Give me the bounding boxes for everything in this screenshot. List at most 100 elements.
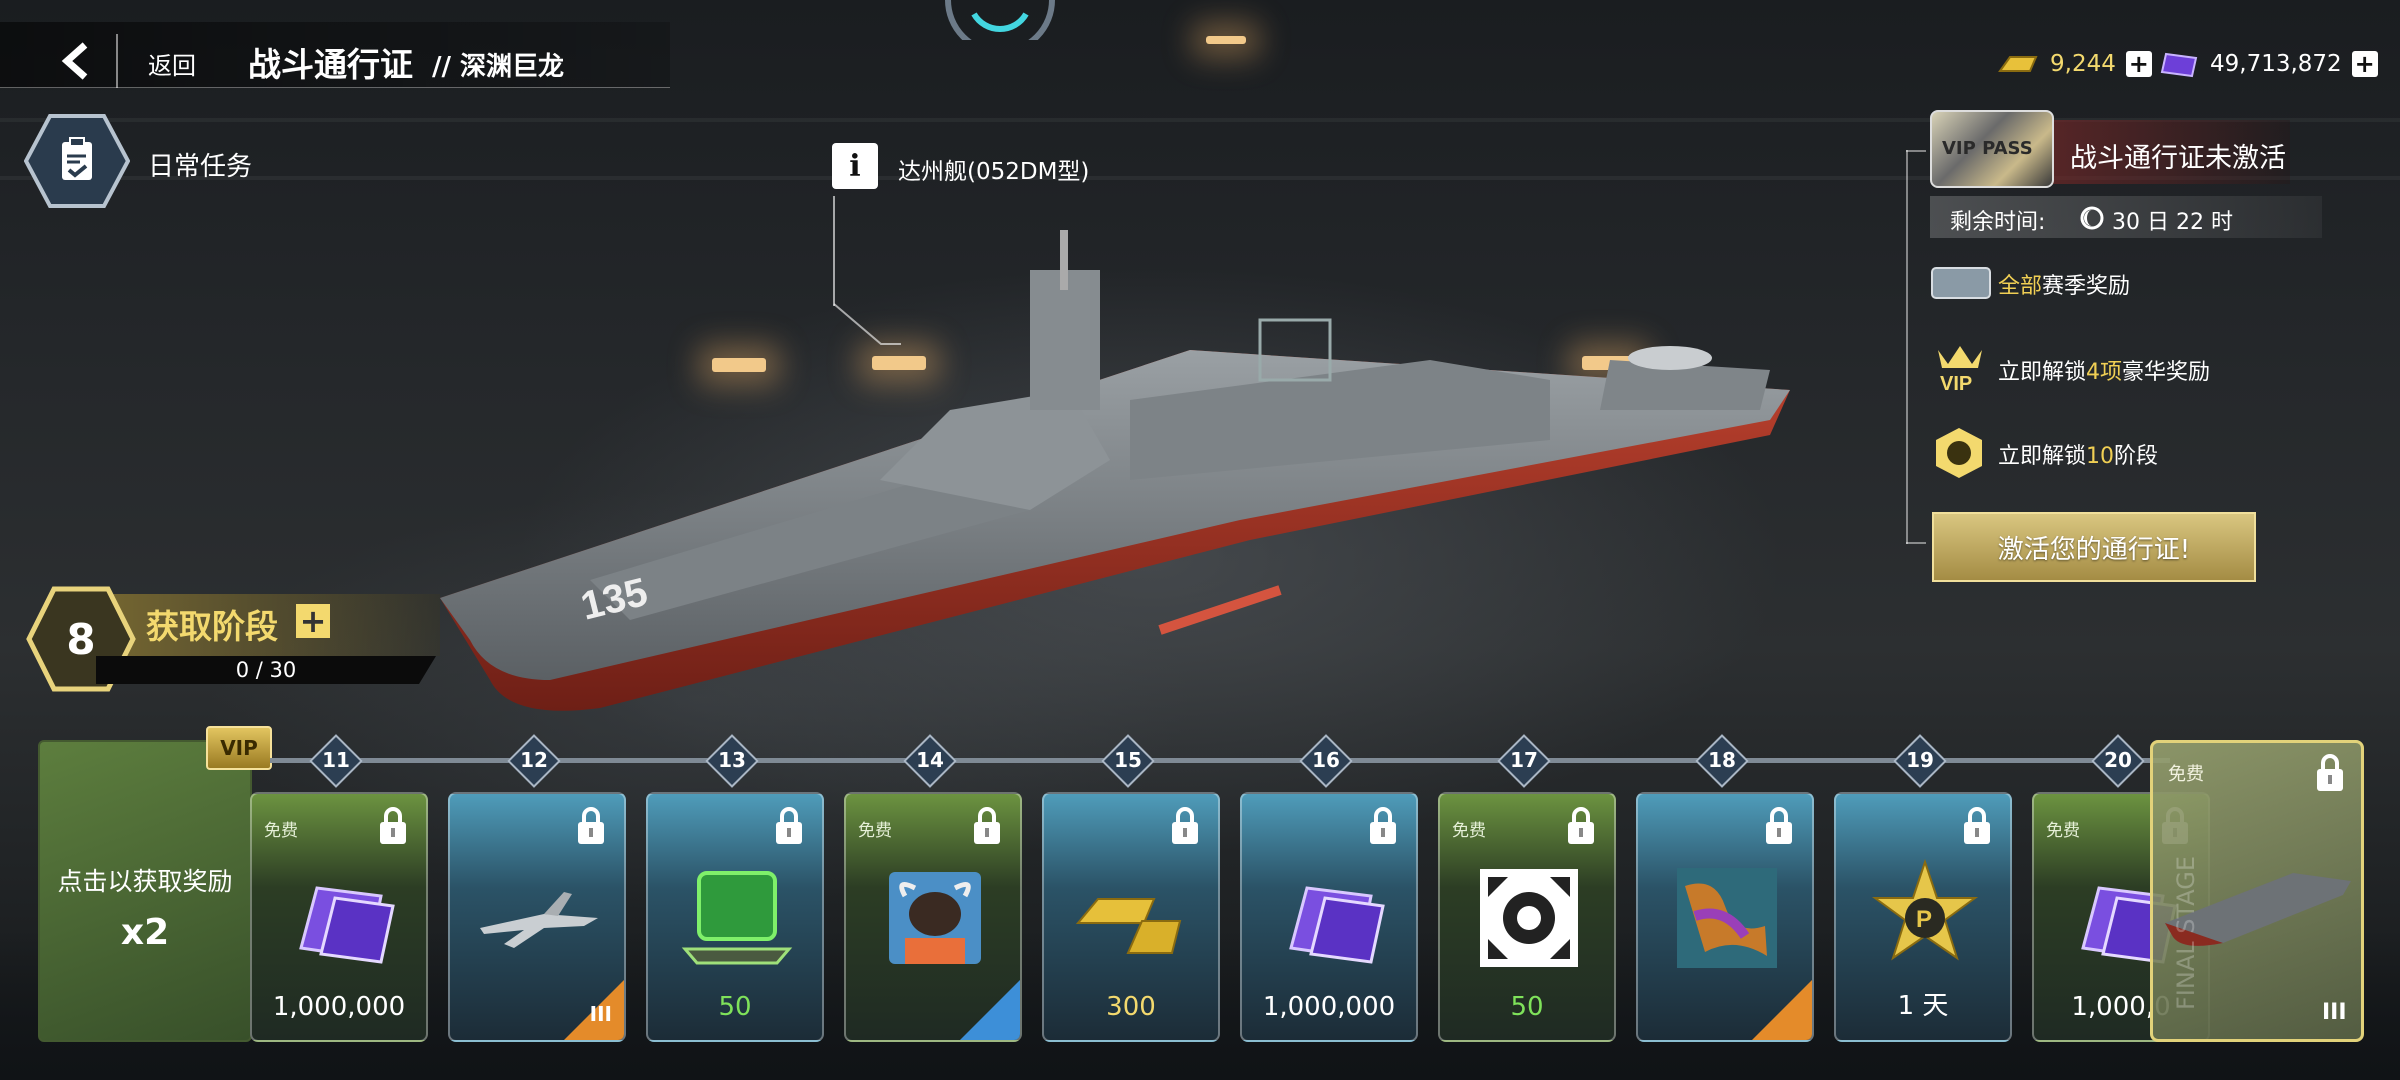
stage-level: 8 [66, 614, 96, 664]
page-subtitle: // 深渊巨龙 [432, 52, 565, 82]
stage-node-label: 11 [322, 748, 350, 772]
free-label: 免费 [1452, 821, 1486, 841]
panel-bracket-tick [1906, 542, 1926, 544]
stage-progress: 0 / 30 [96, 656, 436, 684]
lock-icon [1964, 807, 1990, 844]
lock-icon [2317, 754, 2343, 791]
ticket-text: VIP PASS [1942, 138, 2033, 159]
reward-card-11[interactable]: 免费 1,000,000 [250, 792, 428, 1042]
reward-gold-bars-image [1066, 858, 1200, 978]
stage-label[interactable]: 获取阶段 [146, 600, 278, 648]
moon-clock-icon [2080, 206, 2104, 230]
activate-pass-button[interactable]: 激活您的通行证! [1932, 512, 2256, 582]
reward-purple-cards-image [274, 858, 408, 978]
claim-rewards-label[interactable]: 点击以获取奖励 [38, 862, 252, 898]
stage-node-label: 19 [1906, 748, 1934, 772]
lock-icon [380, 807, 406, 844]
destroyer-ship-image: 135 [440, 230, 1790, 711]
lock-icon [1568, 807, 1594, 844]
reward-amount: 50 [1510, 992, 1544, 1022]
purple-amount: 49,713,872 [2210, 51, 2342, 77]
reward-card-14[interactable]: 免费 [844, 792, 1022, 1042]
remaining-time-label: 剩余时间: [1950, 210, 2046, 235]
add-purple-button[interactable]: + [2351, 51, 2378, 77]
free-label: 免费 [264, 821, 298, 841]
lock-icon [1766, 807, 1792, 844]
stage-node-label: 13 [718, 748, 746, 772]
gold-bar-icon [1998, 56, 2038, 72]
feature-unlock-stages: 立即解锁10阶段 [1998, 444, 2159, 469]
reward-card-15[interactable]: 300 [1042, 792, 1220, 1042]
reward-star-badge-image: P [1858, 858, 1992, 978]
lock-icon [1172, 807, 1198, 844]
helicopter [1628, 346, 1712, 370]
hexagon-frame [24, 114, 130, 208]
chevron-left-icon [61, 42, 88, 80]
daily-missions-button[interactable] [24, 114, 130, 208]
reward-repair-kit-image [1462, 858, 1596, 978]
gold-currency[interactable]: 9,244 + [1996, 44, 2152, 84]
purple-card-icon [2160, 52, 2198, 78]
mast-antenna [1060, 230, 1068, 290]
panel-bracket [1906, 150, 1908, 544]
hull-gray [440, 350, 1790, 680]
svg-text:VIP: VIP [1940, 373, 1972, 394]
reward-card-12[interactable]: III [448, 792, 626, 1042]
back-label[interactable]: 返回 [148, 46, 196, 81]
reward-green-chip-image [670, 858, 804, 978]
back-button[interactable] [36, 34, 118, 88]
stage-node-label: 14 [916, 748, 944, 772]
stage-node-label: 16 [1312, 748, 1340, 772]
ship-name: 达州舰(052DM型) [898, 159, 1090, 185]
level-badge-icon [1936, 428, 1982, 478]
add-gold-button[interactable]: + [2125, 51, 2152, 77]
stage-node-label: 20 [2104, 748, 2132, 772]
feature-all-rewards: 全部赛季奖励 [1998, 274, 2131, 299]
info-icon[interactable]: i [832, 143, 878, 189]
reward-card-16[interactable]: 1,000,000 [1240, 792, 1418, 1042]
vip-crown-icon: VIP [1938, 346, 1982, 394]
reward-card-17[interactable]: 免费 50 [1438, 792, 1616, 1042]
reward-fighter-jet-image [472, 858, 606, 978]
lock-icon [974, 807, 1000, 844]
lock-icon [1370, 807, 1396, 844]
purple-currency[interactable]: 49,713,872 + [2156, 44, 2378, 84]
svg-text:P: P [1916, 906, 1932, 933]
reward-amount: 1,000,000 [1262, 992, 1396, 1022]
vip-pass-ticket-icon: VIP PASS [1930, 110, 2054, 188]
pass-ticket-icon [1931, 267, 1991, 299]
gauge-icon [945, 0, 1055, 40]
vip-tag: VIP [206, 726, 272, 770]
reward-purple-cards-image [1264, 858, 1398, 978]
page-title: 战斗通行证 [248, 45, 413, 84]
stage-progress-text: 0 / 30 [235, 658, 297, 682]
claim-multiplier: x2 [120, 912, 170, 953]
lock-icon [578, 807, 604, 844]
hangar-lamp [1206, 36, 1246, 44]
final-stage-watermark: FINAL STAGE [2172, 855, 2200, 1010]
stage-node-label: 18 [1708, 748, 1736, 772]
reward-card-19[interactable]: P 1 天 [1834, 792, 2012, 1042]
reward-card-18[interactable] [1636, 792, 1814, 1042]
free-label: 免费 [858, 821, 892, 841]
feature-luxury-rewards: 立即解锁4项豪华奖励 [1998, 360, 2211, 385]
stage-node-label: 15 [1114, 748, 1142, 772]
reward-amount: 300 [1106, 992, 1156, 1022]
stage-node-label: 12 [520, 748, 548, 772]
buy-stage-button[interactable]: + [296, 604, 330, 638]
free-label: 免费 [2046, 821, 2080, 841]
panel-bracket-tick [1906, 150, 1926, 152]
daily-missions-label[interactable]: 日常任务 [148, 146, 252, 183]
pass-status: 战斗通行证未激活 [2070, 143, 2286, 174]
main-mast [1030, 270, 1100, 410]
reward-amount: 50 [718, 992, 752, 1022]
rarity-corner [960, 980, 1020, 1040]
tier-label: III [589, 1002, 612, 1026]
reward-amount: 1,000,000 [272, 992, 406, 1022]
reward-avatar-bull-image [868, 858, 1002, 978]
final-free-label: 免费 [2168, 764, 2204, 785]
reward-card-13[interactable]: 50 [646, 792, 824, 1042]
stage-node-label: 17 [1510, 748, 1538, 772]
sonar-dome [1158, 585, 1282, 635]
final-tier: III [2322, 1000, 2347, 1025]
